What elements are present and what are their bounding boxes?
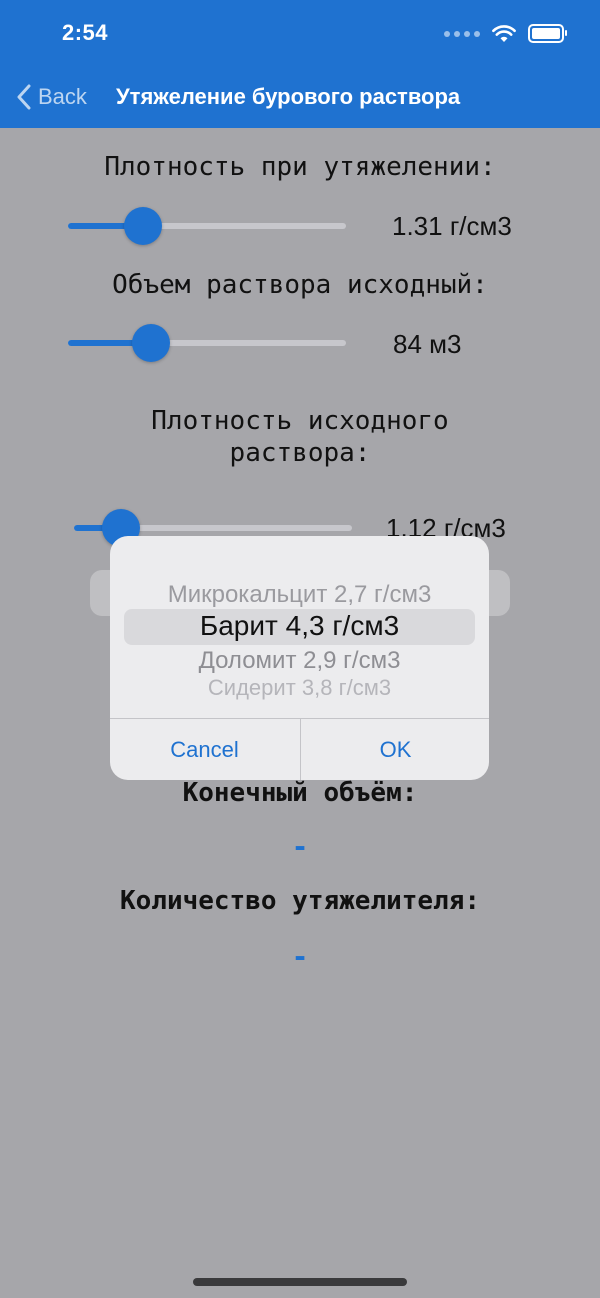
final-volume-value: -: [291, 830, 309, 863]
picker-option[interactable]: Доломит 2,9 г/см3: [110, 647, 489, 675]
wifi-icon: [492, 24, 516, 42]
signal-icon: [444, 30, 480, 37]
status-icons: [444, 24, 567, 43]
chevron-left-icon: [17, 84, 31, 110]
final-volume-label: Конечный объём:: [182, 778, 418, 808]
home-indicator[interactable]: [193, 1278, 407, 1286]
picker-alert: Микрокальцит 2,7 г/см3 Барит 4,3 г/см3 Д…: [110, 536, 489, 780]
picker-option[interactable]: Сидерит 3,8 г/см3: [110, 675, 489, 701]
ok-button[interactable]: OK: [301, 719, 489, 780]
weighted-density-label: Плотность при утяжелении:: [104, 152, 496, 182]
battery-icon: [528, 24, 567, 43]
slider-thumb[interactable]: [124, 207, 163, 245]
weighting-amount-value: -: [291, 940, 309, 973]
slider-thumb[interactable]: [132, 324, 171, 362]
weighted-density-slider[interactable]: [68, 207, 346, 245]
page-title: Утяжеление бурового раствора: [116, 84, 461, 109]
initial-density-label-line1: Плотность исходного: [151, 406, 449, 436]
weighting-amount-label: Количество утяжелителя:: [119, 886, 481, 916]
back-label: Back: [38, 84, 87, 109]
weighted-density-value: 1.31 г/см3: [392, 211, 512, 241]
initial-volume-slider[interactable]: [68, 324, 346, 362]
picker-option[interactable]: Микрокальцит 2,7 г/см3: [110, 581, 489, 609]
navigation-bar: 2:54 Back Утяжеление бурового раствора: [0, 0, 600, 128]
status-time: 2:54: [62, 20, 109, 45]
initial-density-label-line2: раствора:: [229, 438, 371, 468]
picker-option-selected[interactable]: Барит 4,3 г/см3: [110, 610, 489, 642]
weighting-agent-picker[interactable]: Микрокальцит 2,7 г/см3 Барит 4,3 г/см3 Д…: [110, 536, 489, 718]
back-button[interactable]: Back: [16, 84, 87, 110]
cancel-button[interactable]: Cancel: [110, 719, 299, 780]
initial-volume-value: 84 м3: [393, 329, 462, 359]
initial-volume-label: Объем раствора исходный:: [112, 270, 488, 300]
